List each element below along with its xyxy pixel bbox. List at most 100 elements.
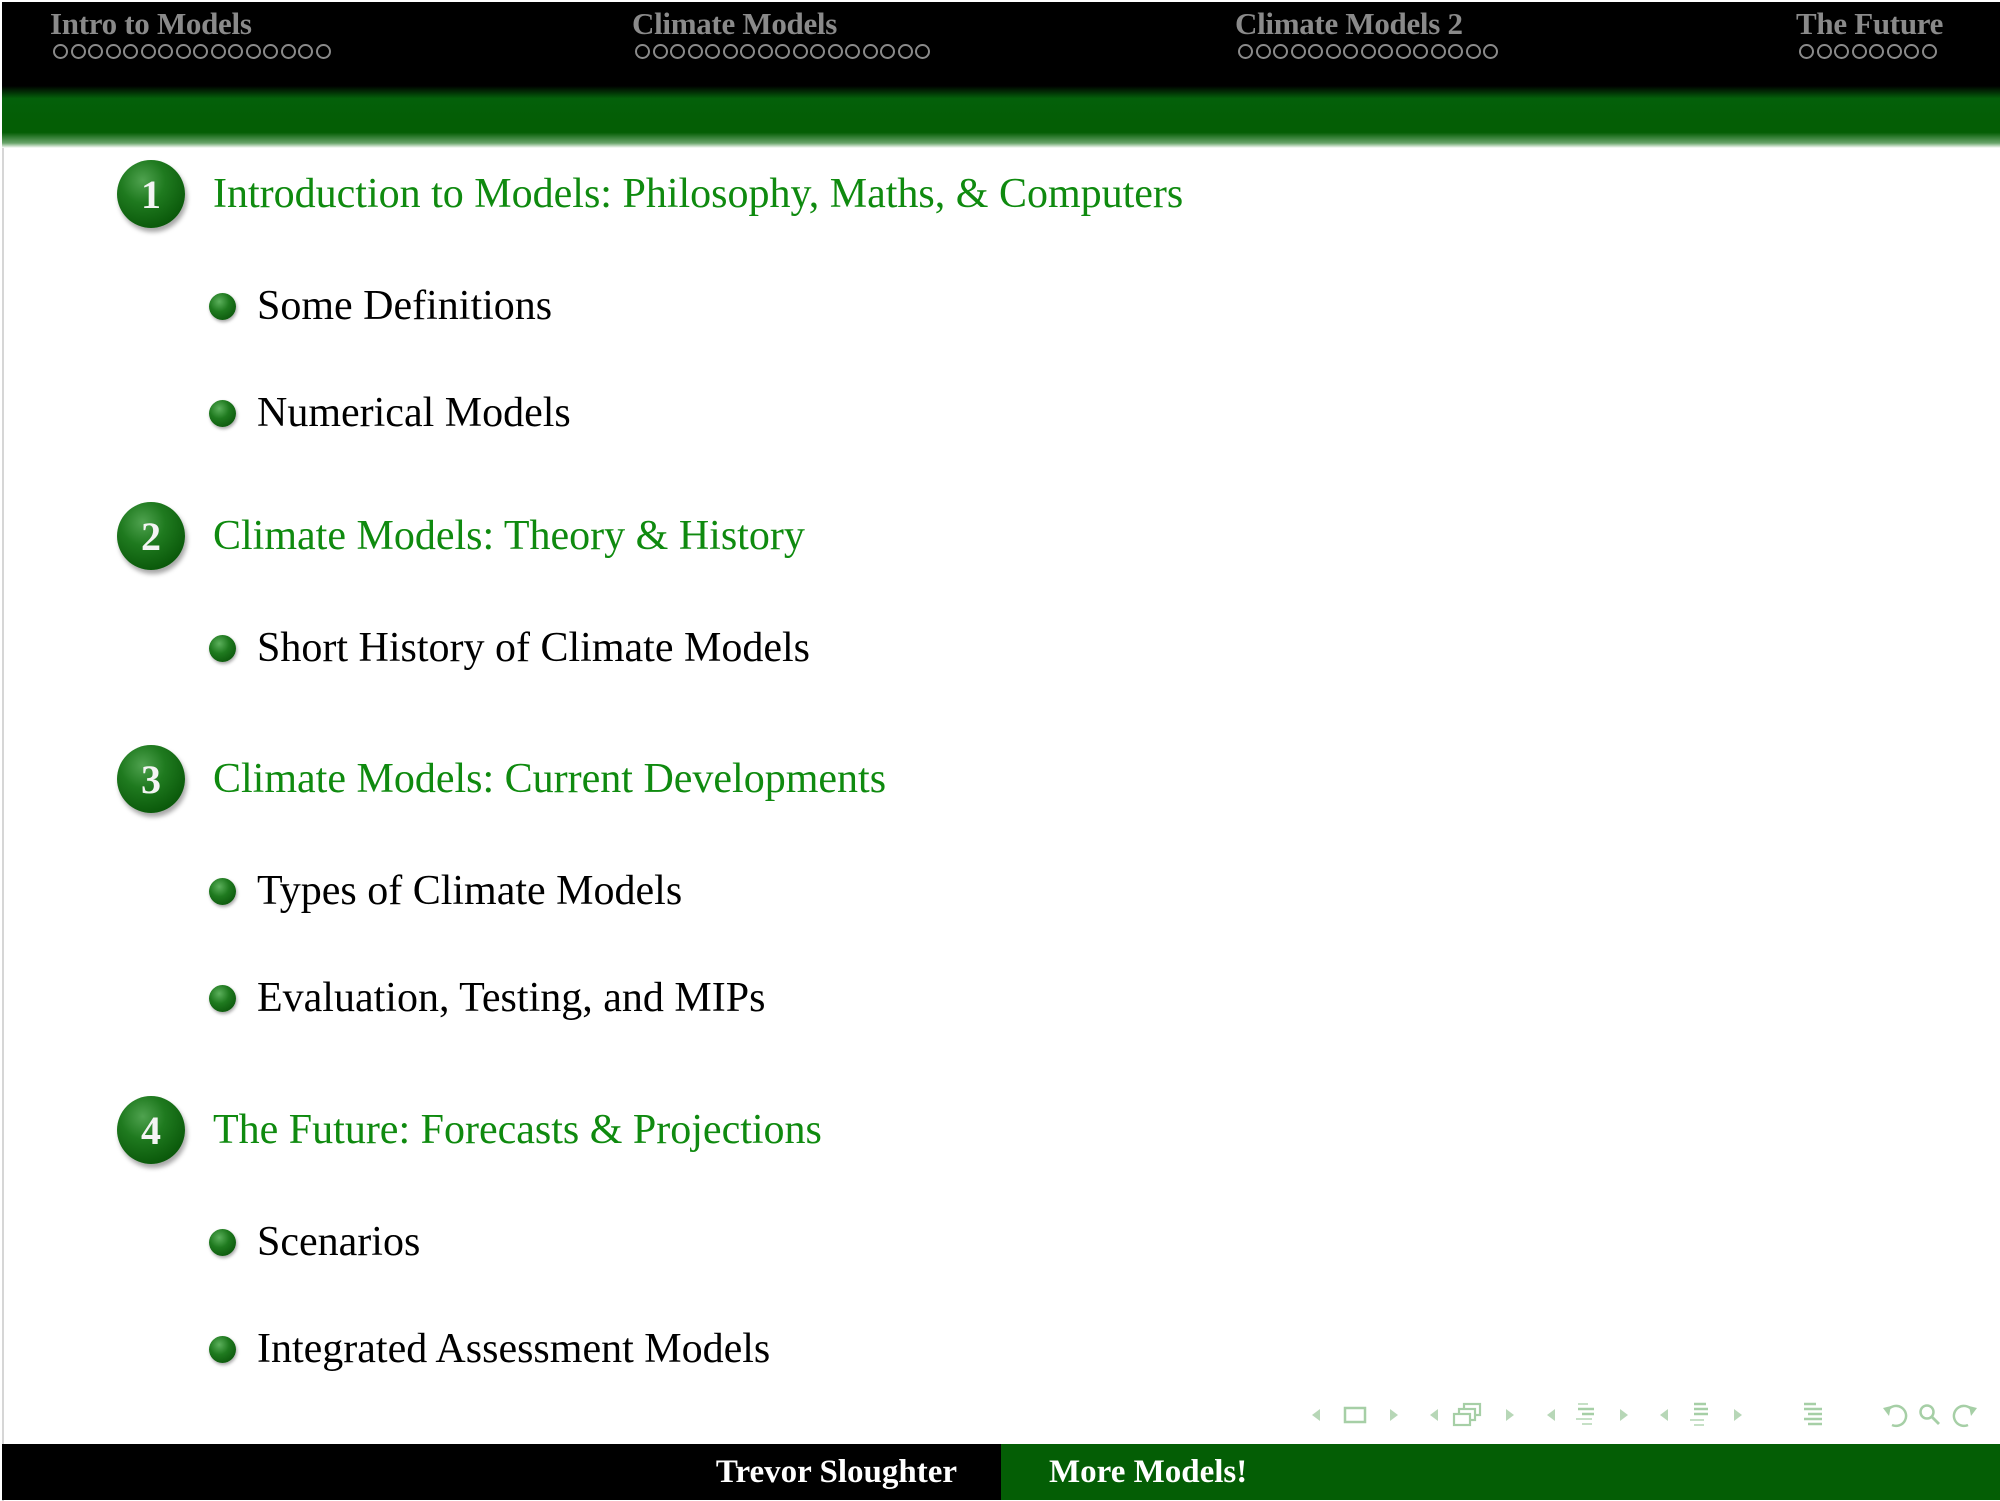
toc-section-1[interactable]: 1 Introduction to Models: Philosophy, Ma… xyxy=(117,160,1183,228)
nav-slide-dot[interactable] xyxy=(722,44,738,59)
toc-section-title[interactable]: Introduction to Models: Philosophy, Math… xyxy=(213,170,1183,218)
toc-subsection[interactable]: Integrated Assessment Models xyxy=(209,1325,770,1373)
toc-subsection-title[interactable]: Short History of Climate Models xyxy=(257,624,810,672)
slide-icon[interactable] xyxy=(1341,1398,1369,1432)
nav-slide-dot[interactable] xyxy=(897,44,913,59)
nav-slide-dot[interactable] xyxy=(228,44,243,59)
toc-subsection-title[interactable]: Numerical Models xyxy=(257,389,571,437)
next-slide-arrow-icon[interactable] xyxy=(1387,1398,1401,1432)
nav-slide-dot[interactable] xyxy=(1378,44,1393,59)
toc-subsection-title[interactable]: Evaluation, Testing, and MIPs xyxy=(257,974,765,1022)
nav-slide-dot[interactable] xyxy=(298,44,313,59)
nav-slide-dot[interactable] xyxy=(245,44,261,59)
nav-slide-dot[interactable] xyxy=(315,44,331,59)
nav-slide-dot[interactable] xyxy=(193,44,208,59)
nav-section-title[interactable]: Climate Models 2 xyxy=(1235,6,1498,42)
prev-section-arrow-icon[interactable] xyxy=(1657,1398,1671,1432)
nav-slide-dot[interactable] xyxy=(652,44,668,59)
nav-slide-dot[interactable] xyxy=(1834,44,1849,59)
toc-section-title[interactable]: Climate Models: Current Developments xyxy=(213,755,886,803)
back-icon[interactable] xyxy=(1878,1398,1912,1432)
nav-slide-dot[interactable] xyxy=(1851,44,1867,59)
nav-section-title[interactable]: The Future xyxy=(1796,6,1943,42)
toc-subsection[interactable]: Short History of Climate Models xyxy=(209,624,810,672)
nav-slide-dot[interactable] xyxy=(70,44,86,59)
nav-slide-dot[interactable] xyxy=(140,44,156,59)
toc-section-title[interactable]: The Future: Forecasts & Projections xyxy=(213,1106,822,1154)
toc-section-3[interactable]: 3 Climate Models: Current Developments xyxy=(117,745,886,813)
nav-slide-dot[interactable] xyxy=(775,44,790,59)
nav-section-climate-models[interactable]: Climate Models xyxy=(632,6,930,59)
nav-section-title[interactable]: Intro to Models xyxy=(50,6,331,42)
nav-slide-dot[interactable] xyxy=(1308,44,1323,59)
nav-slide-dot[interactable] xyxy=(862,44,878,59)
nav-slide-dot[interactable] xyxy=(1483,44,1498,59)
toc-subsection[interactable]: Evaluation, Testing, and MIPs xyxy=(209,974,765,1022)
nav-slide-dot[interactable] xyxy=(158,44,173,59)
nav-slide-dot[interactable] xyxy=(1465,44,1481,59)
nav-slide-dot[interactable] xyxy=(687,44,703,59)
prev-subsection-arrow-icon[interactable] xyxy=(1544,1398,1558,1432)
nav-slide-dot[interactable] xyxy=(263,44,278,59)
nav-slide-dot[interactable] xyxy=(88,44,103,59)
toc-section-2[interactable]: 2 Climate Models: Theory & History xyxy=(117,502,805,570)
prev-slide-arrow-icon[interactable] xyxy=(1309,1398,1323,1432)
toc-subsection[interactable]: Scenarios xyxy=(209,1218,420,1266)
nav-slide-dot[interactable] xyxy=(1238,44,1253,59)
nav-slide-dot[interactable] xyxy=(1869,44,1884,59)
next-frame-arrow-icon[interactable] xyxy=(1503,1398,1517,1432)
nav-slide-dot[interactable] xyxy=(1921,44,1937,59)
section-icon[interactable] xyxy=(1684,1398,1714,1432)
nav-slide-dot[interactable] xyxy=(880,44,895,59)
nav-slide-dot[interactable] xyxy=(280,44,296,59)
nav-slide-dot[interactable] xyxy=(1325,44,1341,59)
nav-slide-dot[interactable] xyxy=(705,44,720,59)
nav-slide-dot[interactable] xyxy=(210,44,226,59)
nav-slide-dot[interactable] xyxy=(123,44,138,59)
toc-subsection-title[interactable]: Types of Climate Models xyxy=(257,867,682,915)
nav-slide-dot[interactable] xyxy=(1395,44,1411,59)
nav-slide-dot[interactable] xyxy=(175,44,191,59)
next-section-arrow-icon[interactable] xyxy=(1731,1398,1745,1432)
forward-icon[interactable] xyxy=(1948,1398,1982,1432)
toc-section-title[interactable]: Climate Models: Theory & History xyxy=(213,512,805,560)
document-icon[interactable] xyxy=(1798,1398,1828,1432)
nav-slide-dot[interactable] xyxy=(1290,44,1306,59)
nav-slide-dot[interactable] xyxy=(1413,44,1428,59)
nav-section-the-future[interactable]: The Future xyxy=(1796,6,1943,59)
nav-slide-dot[interactable] xyxy=(635,44,650,59)
nav-slide-dot[interactable] xyxy=(1799,44,1814,59)
nav-slide-dot[interactable] xyxy=(827,44,843,59)
nav-slide-dot[interactable] xyxy=(915,44,930,59)
nav-slide-dot[interactable] xyxy=(1904,44,1919,59)
search-icon[interactable] xyxy=(1916,1398,1944,1432)
nav-slide-dot[interactable] xyxy=(53,44,68,59)
nav-slide-dot[interactable] xyxy=(740,44,755,59)
toc-section-4[interactable]: 4 The Future: Forecasts & Projections xyxy=(117,1096,822,1164)
toc-subsection[interactable]: Types of Climate Models xyxy=(209,867,682,915)
subsection-icon[interactable] xyxy=(1570,1398,1600,1432)
nav-slide-dot[interactable] xyxy=(1343,44,1358,59)
nav-slide-dot[interactable] xyxy=(1360,44,1376,59)
nav-slide-dot[interactable] xyxy=(1430,44,1446,59)
nav-slide-dot[interactable] xyxy=(670,44,685,59)
nav-section-intro-to-models[interactable]: Intro to Models xyxy=(50,6,331,59)
nav-slide-dot[interactable] xyxy=(1273,44,1288,59)
nav-slide-dot[interactable] xyxy=(105,44,121,59)
nav-section-climate-models-2[interactable]: Climate Models 2 xyxy=(1235,6,1498,59)
next-subsection-arrow-icon[interactable] xyxy=(1617,1398,1631,1432)
nav-section-title[interactable]: Climate Models xyxy=(632,6,930,42)
nav-slide-dot[interactable] xyxy=(757,44,773,59)
toc-subsection[interactable]: Some Definitions xyxy=(209,282,552,330)
nav-slide-dot[interactable] xyxy=(1448,44,1463,59)
frame-icon[interactable] xyxy=(1450,1398,1484,1432)
nav-slide-dot[interactable] xyxy=(1886,44,1902,59)
nav-slide-dot[interactable] xyxy=(792,44,808,59)
toc-subsection-title[interactable]: Integrated Assessment Models xyxy=(257,1325,770,1373)
nav-slide-dot[interactable] xyxy=(1816,44,1832,59)
toc-subsection-title[interactable]: Scenarios xyxy=(257,1218,420,1266)
nav-slide-dot[interactable] xyxy=(810,44,825,59)
toc-subsection[interactable]: Numerical Models xyxy=(209,389,571,437)
nav-slide-dot[interactable] xyxy=(1255,44,1271,59)
nav-slide-dot[interactable] xyxy=(845,44,860,59)
